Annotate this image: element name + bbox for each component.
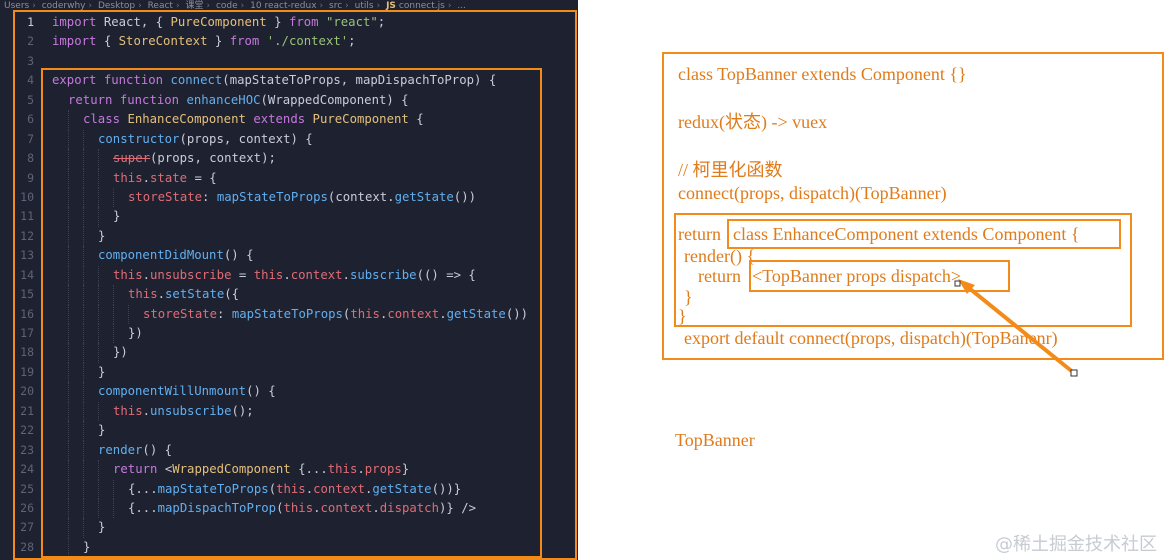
code-editor[interactable]: Users › coderwhy › Desktop › React › 课堂 › cod… <box>0 0 578 560</box>
arrow-icon <box>954 279 1078 377</box>
annotation-frame-connect <box>41 68 542 558</box>
whiteboard: class TopBanner extends Component {} red… <box>578 0 1169 560</box>
wb-label-topbanner: TopBanner <box>675 430 755 450</box>
watermark: @稀土掘金技术社区 <box>995 534 1157 555</box>
